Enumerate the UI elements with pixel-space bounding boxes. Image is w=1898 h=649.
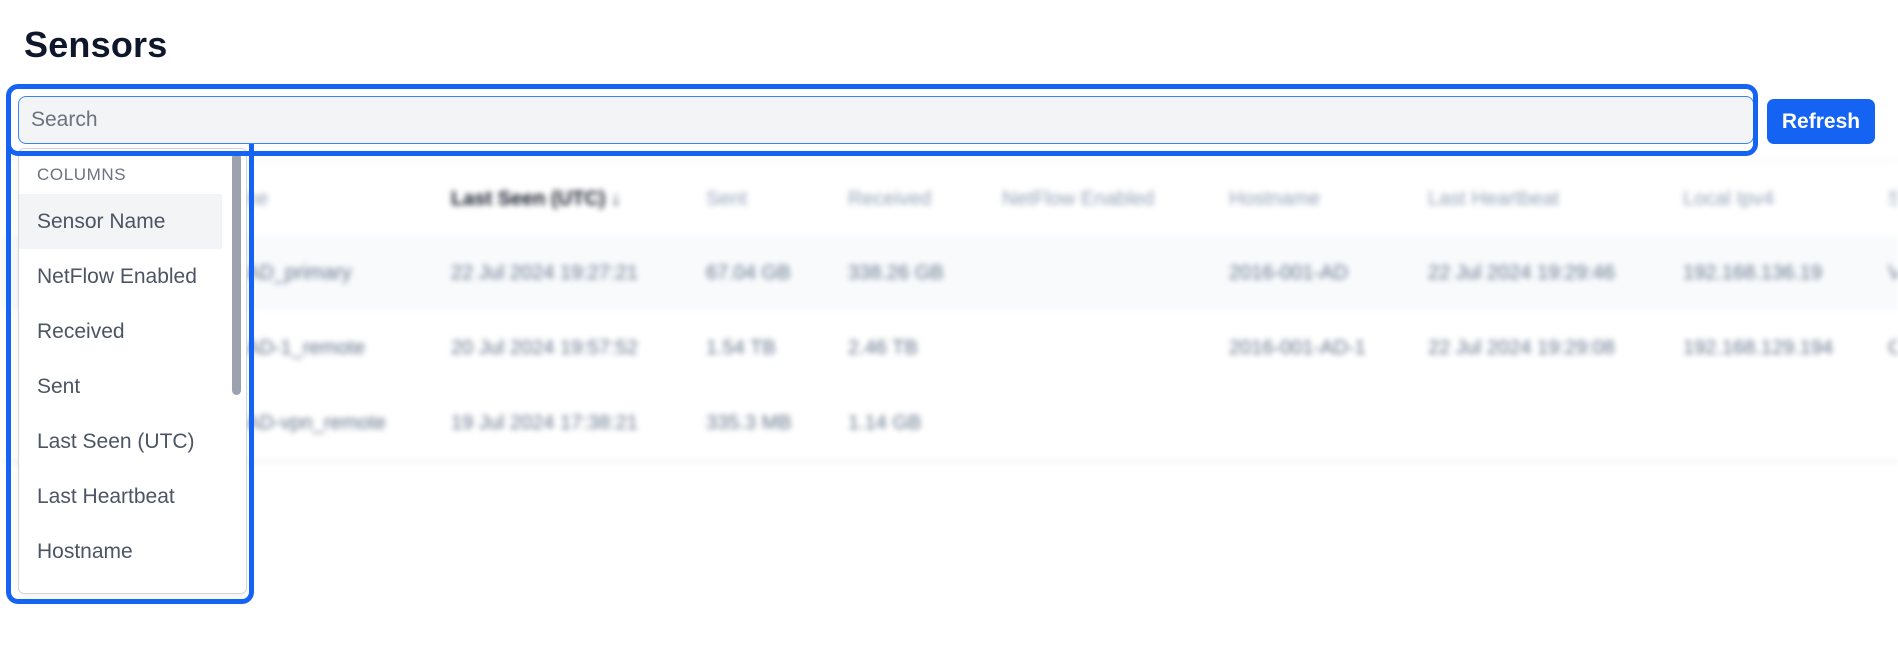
table-row[interactable]: AD-1_remote 20 Jul 2024 19:57:52 1.54 TB… [0, 311, 1898, 387]
column-header[interactable]: Local Ipv4 [1683, 162, 1873, 237]
table-cell: 19 Jul 2024 17:38:21 [451, 412, 638, 434]
menu-item-sensor-name[interactable]: Sensor Name [19, 194, 222, 249]
menu-item-last-heartbeat[interactable]: Last Heartbeat [19, 469, 222, 524]
table-cell: AD-1_remote [246, 337, 365, 359]
table-cell: V [1888, 262, 1898, 284]
table-cell: 22 Jul 2024 19:27:21 [451, 262, 638, 284]
menu-item-hostname[interactable]: Hostname [19, 524, 222, 579]
table-cell: 192.168.129.194 [1683, 337, 1834, 359]
table-cell: C [1888, 337, 1898, 359]
table-cell: 22 Jul 2024 19:29:46 [1428, 262, 1615, 284]
column-header[interactable]: Last Heartbeat [1428, 162, 1668, 237]
column-header[interactable]: Hostname [1229, 162, 1419, 237]
column-header-sorted[interactable]: Last Seen (UTC) ↓ [451, 162, 691, 237]
table-cell: 192.168.136.19 [1683, 262, 1823, 284]
table-cell: 335.3 MB [706, 412, 792, 434]
column-header[interactable]: Sent [706, 162, 836, 237]
table-cell: AD_primary [246, 262, 352, 284]
column-header[interactable]: Received [848, 162, 988, 237]
menu-item-netflow-enabled[interactable]: NetFlow Enabled [19, 249, 222, 304]
table-cell: 2.46 TB [848, 337, 918, 359]
table-cell: 20 Jul 2024 19:57:52 [451, 337, 638, 359]
table-cell: 2016-001-AD [1229, 262, 1348, 284]
table-cell: 1.14 GB [848, 412, 922, 434]
table-row[interactable]: AD-vpn_remote 19 Jul 2024 17:38:21 335.3… [0, 386, 1898, 462]
table-cell [1229, 386, 1419, 461]
table-cell [1683, 386, 1873, 461]
table-cell: 67.04 GB [706, 262, 791, 284]
table-cell: AD-vpn_remote [246, 412, 387, 434]
table-cell [1002, 311, 1202, 386]
dropdown-header: COLUMNS [37, 165, 127, 184]
table-cell [1428, 386, 1668, 461]
table-cell [1888, 386, 1898, 461]
table-cell: 22 Jul 2024 19:29:08 [1428, 337, 1615, 359]
sensors-table: ne Last Seen (UTC) ↓ Sent Received NetFl… [0, 161, 1898, 463]
column-header[interactable]: S [1888, 162, 1898, 237]
dropdown-scrollbar[interactable] [232, 153, 241, 395]
menu-item-received[interactable]: Received [19, 304, 222, 359]
table-cell [1002, 386, 1202, 461]
search-input[interactable] [18, 96, 1754, 144]
column-header[interactable]: ne [246, 162, 436, 237]
table-cell: 338.26 GB [848, 262, 944, 284]
table-row[interactable]: AD_primary 22 Jul 2024 19:27:21 67.04 GB… [0, 236, 1898, 312]
table-cell [1002, 236, 1202, 311]
columns-dropdown: COLUMNS Sensor Name NetFlow Enabled Rece… [18, 148, 247, 594]
page-title: Sensors [24, 24, 168, 65]
menu-item-sent[interactable]: Sent [19, 359, 222, 414]
column-header[interactable]: NetFlow Enabled [1002, 162, 1202, 237]
table-cell: 1.54 TB [706, 337, 776, 359]
table-cell: 2016-001-AD-1 [1229, 337, 1366, 359]
menu-item-last-seen[interactable]: Last Seen (UTC) [19, 414, 222, 469]
refresh-button[interactable]: Refresh [1767, 99, 1875, 144]
table-header-row: ne Last Seen (UTC) ↓ Sent Received NetFl… [0, 161, 1898, 238]
